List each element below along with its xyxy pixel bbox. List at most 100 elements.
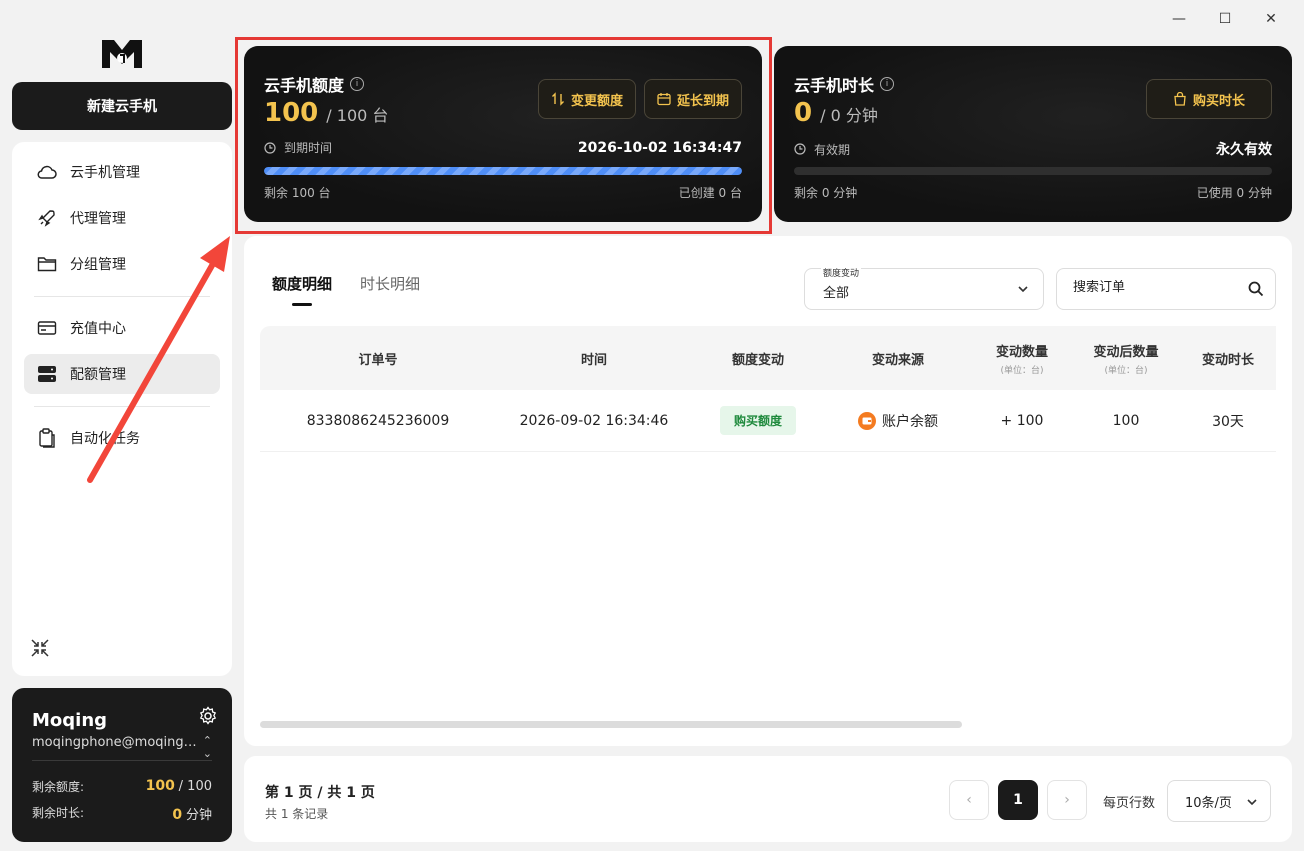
account-switch-icon[interactable]: ⌃ ⌄ <box>203 734 212 760</box>
column-header-label: 变动后数量 <box>1093 344 1159 360</box>
close-button[interactable]: ✕ <box>1248 8 1294 30</box>
order-time: 2026-09-02 16:34:46 <box>519 412 669 429</box>
column-header: 时间 <box>580 352 607 368</box>
gear-icon[interactable] <box>198 706 218 726</box>
user-name: Moqing <box>32 710 108 731</box>
remaining-time-unit: 分钟 <box>185 808 212 823</box>
record-count: 共 1 条记录 <box>265 807 329 821</box>
filter-value: 全部 <box>823 286 850 301</box>
next-page-button[interactable]: › <box>1047 780 1087 820</box>
filter-label: 额度变动 <box>821 266 862 279</box>
rows-per-page-value: 10条/页 <box>1185 795 1232 811</box>
chevron-down-icon <box>1247 799 1257 806</box>
rocket-icon <box>36 207 58 229</box>
column-header: 变动来源 <box>871 352 924 368</box>
time-card-title-text: 云手机时长 <box>794 76 875 95</box>
info-icon[interactable]: i <box>880 77 895 91</box>
sidebar-item-label: 代理管理 <box>70 211 126 227</box>
time-remaining: 剩余 0 分钟 <box>794 186 858 200</box>
time-amount: 0 / 0 分钟 <box>794 98 878 128</box>
change-amount: + 100 <box>1000 412 1044 429</box>
minimize-button[interactable]: — <box>1156 8 1202 30</box>
horizontal-scrollbar[interactable] <box>260 721 962 728</box>
shopping-bag-icon <box>1174 92 1186 106</box>
rows-per-page-select[interactable]: 10条/页 <box>1167 780 1271 822</box>
sidebar-item-recharge[interactable]: 充值中心 <box>24 308 220 348</box>
app-logo <box>102 40 142 68</box>
change-source-label: 账户余额 <box>882 413 938 430</box>
validity-label: 有效期 <box>814 142 851 157</box>
prev-page-button[interactable]: ‹ <box>949 780 989 820</box>
time-card-title: 云手机时长 i <box>794 72 895 96</box>
order-search <box>1056 268 1276 310</box>
detail-tabs: 额度明细 时长明细 <box>272 273 420 306</box>
order-number: 8338086245236009 <box>306 412 450 429</box>
remaining-quota-label: 剩余额度: <box>32 780 85 794</box>
card-icon <box>36 317 58 339</box>
time-used: 已使用 0 分钟 <box>1196 186 1272 200</box>
new-cloud-phone-button[interactable]: 新建云手机 <box>12 82 232 130</box>
remaining-time-label: 剩余时长: <box>32 806 85 820</box>
sidebar-item-quota[interactable]: 配额管理 <box>24 354 220 394</box>
column-header: 额度变动 <box>731 352 784 368</box>
search-icon[interactable] <box>1247 280 1265 298</box>
folder-icon <box>36 253 58 275</box>
remaining-quota-row: 剩余额度: 100 / 100 <box>32 778 212 795</box>
page-1-button[interactable]: 1 <box>998 780 1038 820</box>
quota-detail-panel: 额度明细 时长明细 额度变动 全部 订单号 时间 额度变动 变动来源 变动数量 (… <box>244 236 1292 746</box>
wallet-icon <box>858 411 876 430</box>
divider <box>34 296 210 297</box>
window-controls: — ☐ ✕ <box>1156 8 1294 30</box>
validity-row: 有效期 永久有效 <box>794 139 1272 159</box>
column-header: 变动数量 (单位：台) <box>972 341 1072 376</box>
server-icon <box>36 363 58 385</box>
after-amount: 100 <box>1112 412 1140 429</box>
collapse-icon[interactable] <box>30 638 50 658</box>
time-progress-bar <box>794 167 1272 175</box>
sidebar-item-groups[interactable]: 分组管理 <box>24 244 220 284</box>
remaining-time-value: 0 <box>172 807 183 823</box>
column-header: 订单号 <box>358 352 398 368</box>
column-header-unit: (单位：台) <box>1000 365 1044 376</box>
clipboard-icon <box>36 427 58 449</box>
sidebar-nav: 云手机管理 代理管理 分组管理 充值中心 配额管理 自动化任务 <box>12 142 232 676</box>
divider <box>32 760 212 761</box>
buy-time-button[interactable]: 购买时长 <box>1146 79 1272 119</box>
sidebar-item-label: 配额管理 <box>70 367 126 383</box>
quota-change-filter[interactable]: 额度变动 全部 <box>804 266 1044 310</box>
remaining-time-row: 剩余时长: 0 分钟 <box>32 804 212 823</box>
time-footer: 剩余 0 分钟 已使用 0 分钟 <box>794 184 1272 201</box>
table-row[interactable]: 8338086245236009 2026-09-02 16:34:46 购买额… <box>260 390 1276 452</box>
highlight-frame <box>235 37 772 234</box>
column-header-unit: (单位：台) <box>1104 365 1148 376</box>
remaining-quota-total: / 100 <box>178 779 212 794</box>
tab-quota-detail[interactable]: 额度明细 <box>272 273 332 306</box>
divider <box>34 406 210 407</box>
sidebar-item-automation[interactable]: 自动化任务 <box>24 418 220 458</box>
column-header-label: 变动数量 <box>995 344 1048 360</box>
sidebar-item-label: 分组管理 <box>70 257 126 273</box>
table-header: 订单号 时间 额度变动 变动来源 变动数量 (单位：台) 变动后数量 (单位：台) … <box>260 326 1276 390</box>
quota-table: 订单号 时间 额度变动 变动来源 变动数量 (单位：台) 变动后数量 (单位：台) … <box>260 326 1276 452</box>
sidebar-item-cloud-phones[interactable]: 云手机管理 <box>24 152 220 192</box>
column-header: 变动后数量 (单位：台) <box>1072 341 1180 376</box>
maximize-button[interactable]: ☐ <box>1202 8 1248 30</box>
time-total: / 0 分钟 <box>820 106 878 125</box>
buy-time-label: 购买时长 <box>1192 93 1245 109</box>
change-duration: 30天 <box>1212 413 1244 430</box>
chevron-down-icon <box>1018 286 1028 293</box>
page-info: 第 1 页 / 共 1 页 <box>265 785 375 801</box>
cloud-icon <box>36 161 58 183</box>
change-source: 账户余额 <box>824 411 972 431</box>
pagination: 第 1 页 / 共 1 页 共 1 条记录 ‹ 1 › 每页行数 10条/页 <box>244 756 1292 842</box>
clock-icon <box>794 143 806 155</box>
search-input[interactable] <box>1073 280 1233 295</box>
sidebar-item-proxy[interactable]: 代理管理 <box>24 198 220 238</box>
status-badge: 购买额度 <box>719 406 796 435</box>
rows-per-page-label: 每页行数 <box>1103 796 1156 811</box>
tab-time-detail[interactable]: 时长明细 <box>360 273 420 304</box>
remaining-quota-value: 100 <box>145 778 175 794</box>
column-header: 变动时长 <box>1201 352 1254 368</box>
time-card: 云手机时长 i 0 / 0 分钟 购买时长 有效期 永久有效 剩余 0 分钟 已… <box>774 46 1292 222</box>
sidebar-item-label: 充值中心 <box>70 321 126 337</box>
